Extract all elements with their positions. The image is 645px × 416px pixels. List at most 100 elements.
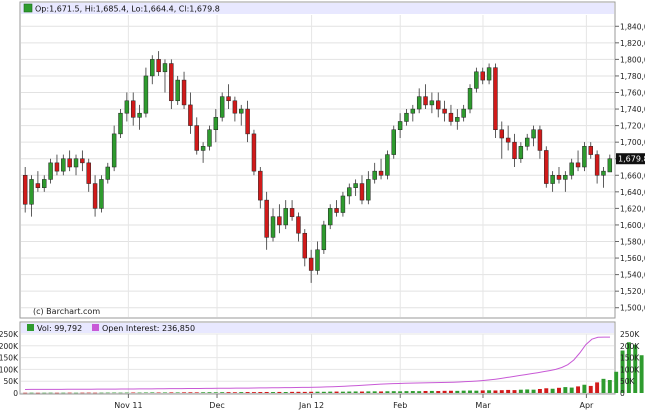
candle-body (423, 96, 428, 106)
price-tick-label: 1,740,0 (620, 105, 645, 114)
price-tick-label: 1,540,0 (620, 271, 645, 280)
volume-bar (474, 390, 479, 393)
candle-body (372, 170, 377, 180)
candle-body (391, 129, 396, 155)
volume-bar (518, 389, 523, 393)
volume-bar (512, 390, 517, 393)
candle-body (563, 175, 568, 180)
volume-bar (271, 392, 275, 393)
watermark: (c) Barchart.com (33, 307, 100, 316)
volume-tick-label-right: 100K (620, 365, 640, 374)
candle-body (455, 117, 460, 122)
candle-body (582, 146, 587, 168)
volume-bar (563, 387, 568, 393)
candle-body (448, 112, 454, 122)
candle-body (73, 158, 79, 168)
candle-body (258, 170, 263, 201)
candle-body (67, 158, 72, 168)
candle-body (531, 129, 536, 139)
volume-tick-label-left: 100K (0, 365, 19, 374)
volume-bar (105, 392, 110, 394)
candle-body (404, 112, 409, 122)
candle-body (569, 162, 574, 176)
candle-body (270, 216, 276, 238)
volume-bar (112, 392, 117, 394)
volume-bar (379, 391, 384, 393)
chart-svg: 1,840,0 1,820,0 1,800,0 1,780,0 1,760,0 1,740… (0, 1, 645, 410)
price-tick-label: 1,560,0 (620, 254, 645, 263)
candle-body (436, 100, 441, 110)
volume-bar (296, 391, 301, 393)
volume-bar (124, 392, 129, 394)
volume-bar (391, 391, 396, 393)
volume-bar (207, 392, 212, 393)
volume-bar (80, 392, 85, 394)
volume-bar (67, 392, 72, 394)
volume-bar (182, 392, 187, 393)
price-tick-label: 1,600,0 (620, 221, 645, 230)
candle-body (22, 175, 28, 205)
candle-body (429, 100, 435, 106)
volume-bar (423, 390, 428, 393)
candle-body (359, 183, 365, 201)
volume-bar (175, 392, 180, 393)
candle-body (35, 183, 41, 188)
volume-bar (42, 392, 47, 394)
candle-body (283, 208, 288, 226)
volume-tick-label-right: 50K (620, 377, 636, 386)
volume-bar (487, 390, 492, 393)
volume-bar (334, 391, 339, 393)
candle-body (137, 112, 142, 118)
volume-bar (436, 391, 441, 393)
candle-body (86, 162, 91, 184)
volume-bar (385, 391, 390, 393)
volume-bar (23, 392, 28, 394)
candle-body (315, 249, 320, 271)
candle-body (118, 112, 123, 135)
candle-body (130, 100, 136, 118)
volume-bar (54, 392, 59, 394)
volume-bar (588, 385, 593, 393)
volume-bar (321, 391, 326, 393)
price-tick-label: 1,620,0 (620, 204, 645, 213)
volume-bar (245, 392, 250, 393)
x-tick-label: Dec (209, 401, 224, 410)
volume-bar (347, 391, 352, 393)
volume-bar (607, 380, 612, 393)
volume-bar (506, 389, 511, 393)
candle-body (61, 158, 66, 172)
volume-tick-label-left: 0 (13, 389, 18, 398)
volume-bar (353, 391, 358, 393)
candle-body (416, 96, 422, 110)
candle-body (480, 71, 485, 81)
volume-bar (232, 392, 237, 393)
volume-bar (220, 392, 225, 393)
volume-bar (143, 392, 148, 393)
price-tick-label: 1,640,0 (620, 188, 645, 197)
candle-body (105, 166, 111, 180)
candle-body (162, 63, 168, 73)
volume-bar (429, 390, 434, 393)
volume-bar (461, 390, 466, 393)
candle-body (124, 100, 130, 114)
volume-bar (499, 390, 504, 393)
volume-tick-label-right: 250K (620, 330, 640, 339)
candle-body (499, 129, 505, 139)
price-tick-label: 1,780,0 (620, 72, 645, 81)
candle-body (378, 170, 384, 176)
candle-body (544, 150, 549, 184)
candle-body (302, 232, 308, 259)
candle-body (239, 108, 244, 114)
volume-bar (156, 392, 161, 394)
volume-bar (582, 384, 587, 393)
price-tick-label: 1,520,0 (620, 287, 645, 296)
candle-body (207, 129, 212, 147)
volume-bar (93, 392, 98, 394)
candle-body (150, 59, 155, 77)
volume-bar (525, 389, 530, 393)
volume-bar (188, 392, 193, 393)
volume-bar (118, 392, 123, 394)
volume-bar (264, 391, 269, 393)
volume-bar (468, 390, 472, 393)
x-tick-label: Apr (579, 401, 594, 410)
